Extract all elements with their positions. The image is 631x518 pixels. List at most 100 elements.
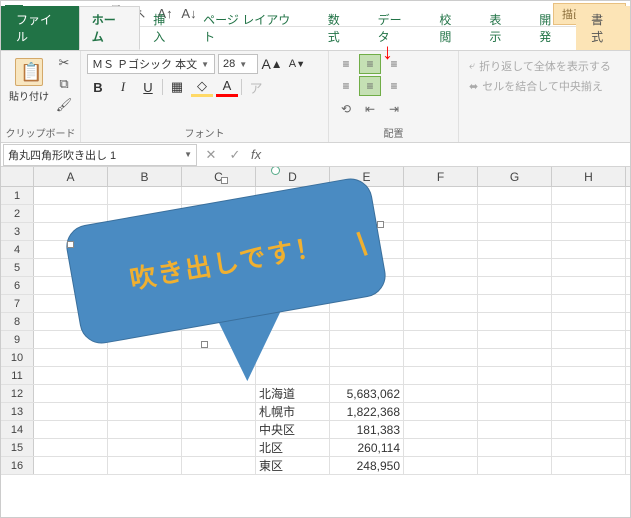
tab-page-layout[interactable]: ページ レイアウト	[190, 6, 315, 50]
cell[interactable]	[552, 439, 626, 456]
cell[interactable]	[404, 457, 478, 474]
cell[interactable]	[404, 403, 478, 420]
cell[interactable]	[108, 403, 182, 420]
format-painter-icon[interactable]: 🖌	[55, 96, 73, 114]
cell[interactable]: 260,114	[330, 439, 404, 456]
cell[interactable]	[478, 223, 552, 240]
cell[interactable]	[552, 313, 626, 330]
cell[interactable]	[108, 421, 182, 438]
row-header[interactable]: 6	[1, 277, 34, 294]
cell[interactable]	[478, 403, 552, 420]
cell[interactable]	[552, 259, 626, 276]
name-box[interactable]: 角丸四角形吹き出し 1 ▼	[3, 144, 197, 166]
merge-center-button[interactable]: ⬌セルを結合して中央揃え	[469, 78, 620, 94]
tab-format[interactable]: 書式	[576, 6, 630, 50]
cell[interactable]	[478, 349, 552, 366]
cell[interactable]	[478, 439, 552, 456]
callout-body[interactable]: 吹き出しです！ |	[63, 175, 389, 347]
cell[interactable]	[404, 187, 478, 204]
row-header[interactable]: 5	[1, 259, 34, 276]
font-name-dropdown[interactable]: ＭＳ Ｐゴシック 本文▼	[87, 54, 215, 74]
align-left-button[interactable]: ≡	[335, 76, 357, 96]
cell[interactable]	[478, 187, 552, 204]
cell[interactable]	[552, 403, 626, 420]
row-header[interactable]: 9	[1, 331, 34, 348]
row-header[interactable]: 7	[1, 295, 34, 312]
resize-handle-icon[interactable]	[201, 341, 208, 348]
cell[interactable]	[552, 421, 626, 438]
col-header[interactable]: F	[404, 167, 478, 186]
cell[interactable]	[552, 367, 626, 384]
cell[interactable]	[182, 439, 256, 456]
cell[interactable]	[34, 457, 108, 474]
cell[interactable]	[552, 295, 626, 312]
decrease-font-icon[interactable]: A▼	[286, 54, 308, 74]
cell[interactable]: 181,383	[330, 421, 404, 438]
resize-handle-icon[interactable]	[67, 241, 74, 248]
cell[interactable]	[478, 205, 552, 222]
cell[interactable]	[34, 367, 108, 384]
cell[interactable]	[34, 385, 108, 402]
tab-insert[interactable]: 挿入	[140, 6, 190, 50]
fill-color-button[interactable]: ◇	[191, 77, 213, 97]
cell[interactable]: 北区	[256, 439, 330, 456]
cell[interactable]	[330, 367, 404, 384]
cell[interactable]	[182, 403, 256, 420]
cell[interactable]	[404, 367, 478, 384]
cell[interactable]	[478, 277, 552, 294]
cell[interactable]	[404, 385, 478, 402]
underline-button[interactable]: U	[137, 77, 159, 97]
cell[interactable]	[404, 241, 478, 258]
cell[interactable]: 5,683,062	[330, 385, 404, 402]
increase-indent-button[interactable]: ⇥	[383, 99, 405, 119]
cell[interactable]	[478, 331, 552, 348]
cell[interactable]	[552, 241, 626, 258]
cell[interactable]	[404, 205, 478, 222]
cell[interactable]	[404, 349, 478, 366]
row-header[interactable]: 8	[1, 313, 34, 330]
cell[interactable]	[478, 241, 552, 258]
align-right-button[interactable]: ≡	[383, 76, 405, 96]
resize-handle-icon[interactable]	[221, 177, 228, 184]
select-all-corner[interactable]	[1, 167, 34, 186]
row-header[interactable]: 3	[1, 223, 34, 240]
cell[interactable]	[108, 457, 182, 474]
wrap-text-button[interactable]: ⤶折り返して全体を表示する	[469, 58, 620, 74]
cell[interactable]	[404, 331, 478, 348]
row-header[interactable]: 16	[1, 457, 34, 474]
cell[interactable]	[552, 277, 626, 294]
tab-view[interactable]: 表示	[476, 6, 526, 50]
phonetic-button[interactable]: ア	[245, 77, 267, 97]
cell[interactable]	[34, 439, 108, 456]
cell[interactable]	[552, 331, 626, 348]
cell[interactable]	[552, 385, 626, 402]
cell[interactable]	[552, 187, 626, 204]
tab-formulas[interactable]: 数式	[315, 6, 365, 50]
cell[interactable]	[478, 385, 552, 402]
tab-home[interactable]: ホーム	[79, 6, 140, 50]
cell[interactable]	[404, 313, 478, 330]
cell[interactable]	[108, 439, 182, 456]
increase-font-icon[interactable]: A▲	[261, 54, 283, 74]
cell[interactable]	[182, 421, 256, 438]
cell[interactable]	[34, 403, 108, 420]
cell[interactable]	[108, 385, 182, 402]
cell[interactable]: 1,822,368	[330, 403, 404, 420]
cell[interactable]	[34, 421, 108, 438]
cell[interactable]: 札幌市	[256, 403, 330, 420]
row-header[interactable]: 2	[1, 205, 34, 222]
cell[interactable]	[478, 457, 552, 474]
rounded-rectangular-callout-shape[interactable]: 吹き出しです！ |	[71, 181, 391, 361]
cell[interactable]	[478, 421, 552, 438]
cell[interactable]	[404, 421, 478, 438]
cell[interactable]: 東区	[256, 457, 330, 474]
enter-icon[interactable]: ✓	[223, 144, 247, 166]
cell[interactable]	[478, 259, 552, 276]
cell[interactable]: 北海道	[256, 385, 330, 402]
cell[interactable]	[182, 457, 256, 474]
cell[interactable]	[404, 259, 478, 276]
cell[interactable]: 中央区	[256, 421, 330, 438]
row-header[interactable]: 14	[1, 421, 34, 438]
resize-handle-icon[interactable]	[377, 221, 384, 228]
cell[interactable]	[552, 205, 626, 222]
